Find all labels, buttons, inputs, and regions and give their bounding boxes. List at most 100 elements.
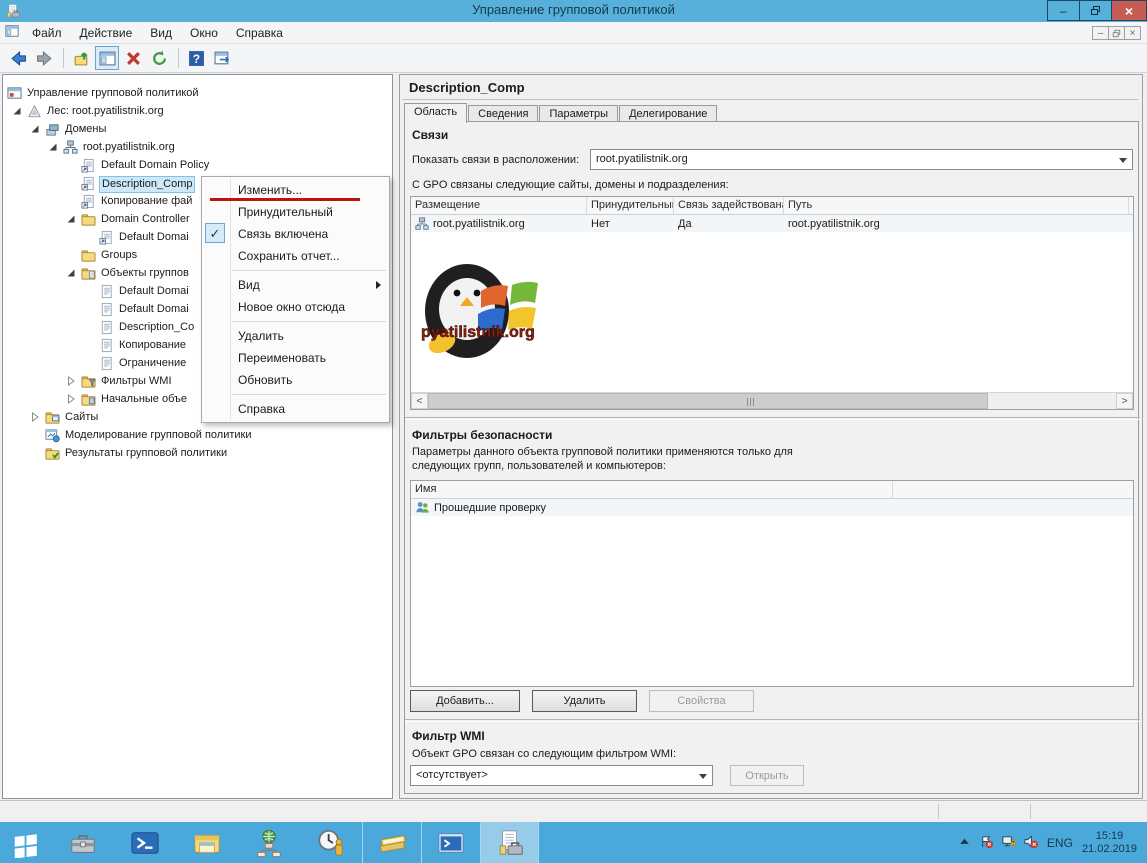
delete-button[interactable]: [121, 46, 145, 70]
expander-open-icon[interactable]: [48, 142, 59, 153]
menu-2[interactable]: Вид: [141, 23, 181, 43]
taskbar-explorer-button[interactable]: [176, 822, 238, 863]
child-minimize-button[interactable]: –: [1092, 26, 1109, 40]
tree-item[interactable]: Моделирование групповой политики: [3, 427, 392, 445]
tree-item-label[interactable]: Копирование фай: [99, 194, 194, 209]
child-restore-button[interactable]: [1108, 26, 1125, 40]
expander-open-icon[interactable]: [30, 124, 41, 135]
tree-item-label[interactable]: Default Domain Policy: [99, 158, 211, 173]
tree-item-label[interactable]: Моделирование групповой политики: [63, 428, 253, 443]
tab-2[interactable]: Параметры: [539, 105, 618, 122]
tree-item-label[interactable]: Результаты групповой политики: [63, 446, 229, 461]
tree-item-label[interactable]: Ограничение: [117, 356, 188, 371]
tree-item-label[interactable]: Фильтры WMI: [99, 374, 174, 389]
tree-item-label[interactable]: Объекты группов: [99, 266, 191, 281]
context-menu-item[interactable]: Удалить: [202, 325, 389, 347]
context-menu-item[interactable]: Принудительный: [202, 201, 389, 223]
context-menu-item[interactable]: Справка: [202, 398, 389, 420]
table-row[interactable]: Прошедшие проверку: [411, 499, 1133, 516]
taskbar-powershell-window-button[interactable]: [421, 822, 480, 863]
refresh-button[interactable]: [147, 46, 171, 70]
expander-open-icon[interactable]: [66, 214, 77, 225]
remove-button[interactable]: Удалить: [532, 690, 637, 712]
taskbar-gpmc-button[interactable]: [480, 822, 539, 863]
context-menu-item[interactable]: Обновить: [202, 369, 389, 391]
tab-1[interactable]: Сведения: [468, 105, 538, 122]
tree-item[interactable]: Домены: [3, 121, 392, 139]
tree-item-label[interactable]: Groups: [99, 248, 139, 263]
expander-open-icon[interactable]: [12, 106, 23, 117]
scroll-left-icon[interactable]: <: [411, 393, 428, 409]
back-button[interactable]: [6, 46, 30, 70]
tree-item-label[interactable]: Default Domai: [117, 230, 191, 245]
tree-item-label[interactable]: Description_Comp: [99, 176, 195, 193]
tree-item[interactable]: Управление групповой политикой: [3, 85, 392, 103]
column-header[interactable]: Имя: [411, 481, 893, 498]
tree-item-label[interactable]: Домены: [63, 122, 108, 137]
taskbar-active-directory-button[interactable]: [238, 822, 300, 863]
close-button[interactable]: ×: [1111, 0, 1147, 21]
taskbar-server-manager-button[interactable]: [52, 822, 114, 863]
child-close-button[interactable]: ×: [1124, 26, 1141, 40]
menu-3[interactable]: Окно: [181, 23, 227, 43]
context-menu-item[interactable]: Связь включена✓: [202, 223, 389, 245]
column-header[interactable]: Связь задействована: [674, 197, 784, 214]
tab-3[interactable]: Делегирование: [619, 105, 717, 122]
taskbar-clock-button[interactable]: [300, 822, 362, 863]
scrollbar-thumb[interactable]: [428, 393, 988, 409]
tree-item-label[interactable]: Description_Co: [117, 320, 196, 335]
horizontal-scrollbar[interactable]: < >: [411, 392, 1133, 409]
export-button[interactable]: [210, 46, 234, 70]
tree-item[interactable]: Default Domain Policy: [3, 157, 392, 175]
restore-button[interactable]: [1079, 0, 1112, 21]
location-combobox[interactable]: root.pyatilistnik.org: [590, 149, 1133, 170]
tree-item-label[interactable]: Лес: root.pyatilistnik.org: [45, 104, 166, 119]
language-indicator[interactable]: ENG: [1047, 836, 1073, 850]
console-tree-button[interactable]: [95, 46, 119, 70]
tree-item[interactable]: Результаты групповой политики: [3, 445, 392, 463]
tray-chevron-up-button[interactable]: [957, 834, 972, 852]
expander-closed-icon[interactable]: [66, 376, 77, 387]
expander-closed-icon[interactable]: [66, 394, 77, 405]
table-row[interactable]: root.pyatilistnik.orgНетДаroot.pyatilist…: [411, 215, 1133, 232]
tree-item-label[interactable]: Default Domai: [117, 302, 191, 317]
scroll-right-icon[interactable]: >: [1116, 393, 1133, 409]
context-menu-item[interactable]: Вид: [202, 274, 389, 296]
taskbar-clock[interactable]: 15:19 21.02.2019: [1082, 830, 1137, 856]
tree-item-label[interactable]: Domain Controller: [99, 212, 192, 227]
section-splitter[interactable]: [405, 719, 1140, 722]
minimize-button[interactable]: –: [1047, 0, 1080, 21]
context-menu-item[interactable]: Изменить...: [202, 179, 389, 201]
start-button[interactable]: [0, 822, 52, 863]
context-menu-item[interactable]: Переименовать: [202, 347, 389, 369]
tree-item-label[interactable]: Сайты: [63, 410, 100, 425]
column-header[interactable]: Путь: [784, 197, 1129, 214]
expander-closed-icon[interactable]: [30, 412, 41, 423]
wmi-filter-combobox[interactable]: <отсутствует>: [410, 765, 713, 786]
tray-flag-warning-button[interactable]: [979, 834, 994, 852]
taskbar-powershell-button[interactable]: [114, 822, 176, 863]
menu-0[interactable]: Файл: [23, 23, 71, 43]
tab-0[interactable]: Область: [404, 103, 467, 123]
context-menu-item[interactable]: Сохранить отчет...: [202, 245, 389, 267]
up-level-button[interactable]: [69, 46, 93, 70]
section-splitter[interactable]: [405, 417, 1140, 420]
tree-item[interactable]: Лес: root.pyatilistnik.org: [3, 103, 392, 121]
column-header[interactable]: Размещение: [411, 197, 587, 214]
add-button[interactable]: Добавить...: [410, 690, 520, 712]
tree-item-label[interactable]: Начальные объе: [99, 392, 189, 407]
tree-item-label[interactable]: Управление групповой политикой: [25, 86, 201, 101]
menu-1[interactable]: Действие: [71, 23, 142, 43]
open-button[interactable]: Открыть: [730, 765, 804, 786]
help-button[interactable]: ?: [184, 46, 208, 70]
expander-open-icon[interactable]: [66, 268, 77, 279]
properties-button[interactable]: Свойства: [649, 690, 754, 712]
tree-item-label[interactable]: Копирование: [117, 338, 188, 353]
taskbar-library-button[interactable]: [362, 822, 421, 863]
column-header[interactable]: Принудительный: [587, 197, 674, 214]
menu-4[interactable]: Справка: [227, 23, 292, 43]
forward-button[interactable]: [32, 46, 56, 70]
context-menu-item[interactable]: Новое окно отсюда: [202, 296, 389, 318]
tree-item-label[interactable]: Default Domai: [117, 284, 191, 299]
tree-item[interactable]: root.pyatilistnik.org: [3, 139, 392, 157]
